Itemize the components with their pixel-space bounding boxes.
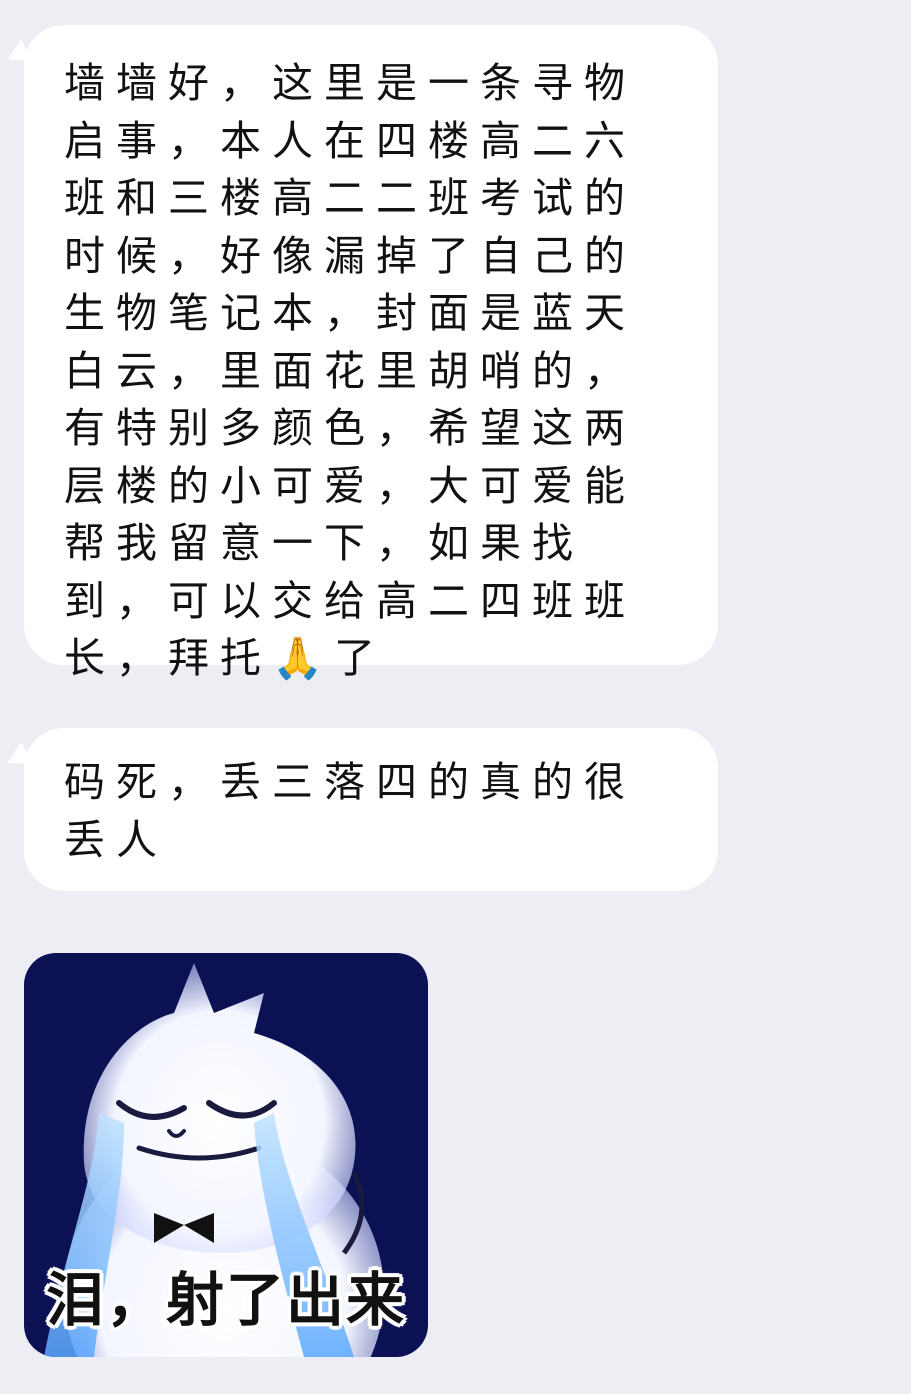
sticker-caption: 泪，射了出来 bbox=[45, 1266, 406, 1334]
message-text: 墙墙好，这里是一条寻物启事，本人在四楼高二六班和三楼高二二班考试的时候，好像漏掉… bbox=[64, 59, 636, 682]
message-bubble-2[interactable]: 码死，丢三落四的真的很丢人 bbox=[1, 728, 718, 891]
bubble-tail bbox=[1, 742, 33, 774]
message-text: 码死，丢三落四的真的很丢人 bbox=[64, 758, 636, 864]
bubble-tail bbox=[1, 39, 33, 71]
sticker-image[interactable]: 泪，射了出来 bbox=[24, 953, 428, 1357]
message-bubble-1[interactable]: 墙墙好，这里是一条寻物启事，本人在四楼高二六班和三楼高二二班考试的时候，好像漏掉… bbox=[1, 25, 718, 682]
